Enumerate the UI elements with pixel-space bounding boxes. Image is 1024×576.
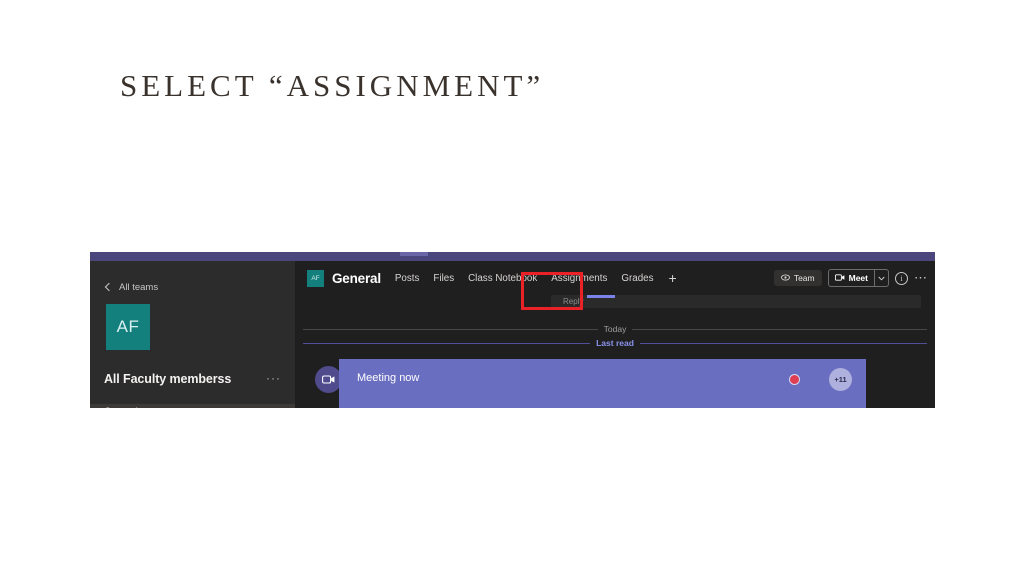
video-camera-icon [267, 407, 277, 408]
teams-sidebar: All teams AF All Faculty memberss ··· Ge… [90, 261, 295, 408]
video-camera-icon [834, 273, 845, 283]
add-tab-button[interactable]: + [661, 271, 685, 285]
titlebar-notch [400, 252, 428, 256]
page-title: SELECT “ASSIGNMENT” [120, 68, 545, 103]
team-button[interactable]: Team [773, 270, 822, 286]
meet-button-label: Meet [848, 273, 868, 283]
teams-main-panel: AF General Posts Files Class Notebook As… [295, 261, 935, 408]
video-camera-icon [322, 371, 335, 389]
chevron-left-icon [104, 284, 111, 291]
channel-title: General [332, 270, 381, 286]
meeting-title: Meeting now [357, 372, 420, 384]
meet-button-group: Meet [827, 269, 889, 287]
info-circle-icon[interactable]: i [895, 271, 908, 285]
recording-dot-icon [789, 374, 800, 385]
divider-line [632, 328, 927, 330]
channel-avatar-initials: AF [311, 274, 320, 282]
sidebar-channel-general[interactable]: General [90, 404, 295, 408]
tab-files[interactable]: Files [426, 269, 461, 288]
divider-last-read: Last read [303, 337, 928, 349]
meet-button[interactable]: Meet [829, 270, 874, 286]
teams-screenshot: All teams AF All Faculty memberss ··· Ge… [90, 252, 935, 408]
reply-underline-accent [587, 295, 615, 298]
meeting-avatar [315, 366, 342, 393]
teams-titlebar [90, 252, 935, 261]
tabbar-actions: Team Meet i ⋯ [773, 269, 928, 287]
team-name: All Faculty memberss [104, 372, 232, 386]
meeting-now-card[interactable]: Meeting now +11 [339, 359, 866, 408]
tab-grades[interactable]: Grades [614, 269, 660, 288]
assignments-highlight-box [521, 272, 583, 310]
eye-icon [780, 273, 790, 283]
avatar-initials: AF [116, 317, 140, 336]
divider-line [303, 342, 591, 344]
all-teams-back-link[interactable]: All teams [104, 282, 158, 293]
channel-label: General [104, 406, 138, 408]
more-horizontal-icon[interactable]: ⋯ [914, 271, 928, 284]
divider-last-read-label: Last read [596, 338, 634, 348]
channel-tabbar: AF General Posts Files Class Notebook As… [295, 261, 935, 295]
team-more-options-icon[interactable]: ··· [266, 372, 281, 384]
team-button-label: Team [793, 273, 815, 283]
divider-today: Today [303, 323, 927, 335]
chevron-down-icon[interactable] [874, 270, 888, 286]
participants-badge[interactable]: +11 [829, 368, 852, 391]
slide: SELECT “ASSIGNMENT” All teams AF All Fac… [0, 0, 1024, 576]
tab-posts[interactable]: Posts [388, 269, 427, 288]
divider-today-label: Today [603, 324, 627, 334]
divider-line [639, 342, 928, 344]
channel-tab-avatar: AF [307, 269, 324, 287]
divider-line [303, 328, 598, 330]
team-avatar[interactable]: AF [106, 304, 150, 350]
all-teams-label: All teams [119, 282, 159, 293]
